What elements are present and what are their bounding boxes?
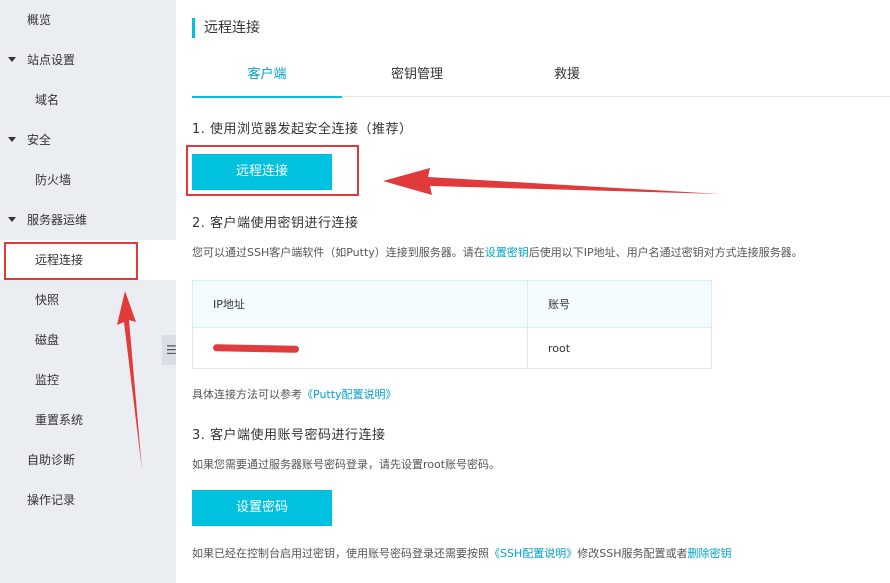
annotation-arrows	[117, 168, 720, 470]
arrow-to-button	[383, 168, 720, 195]
arrow-to-sidebar	[117, 291, 142, 470]
